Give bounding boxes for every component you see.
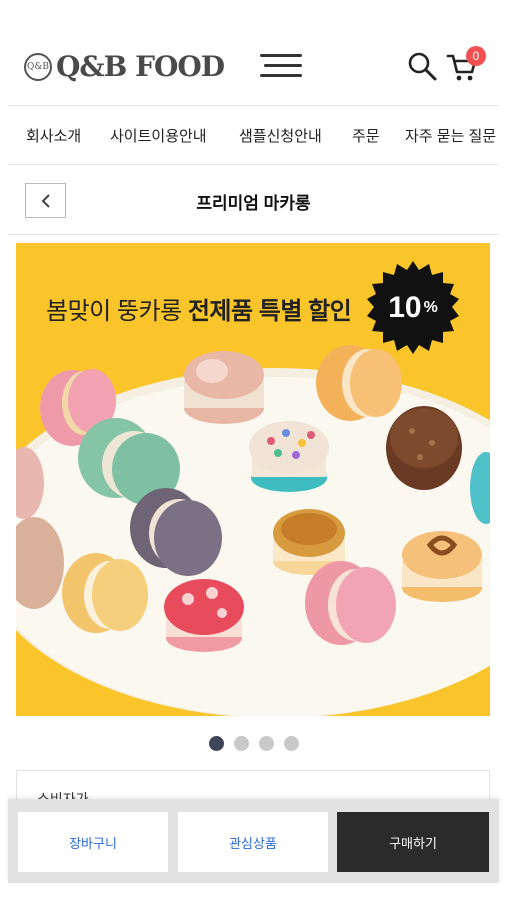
discount-badge: 10% — [366, 261, 460, 355]
carousel-dot-3[interactable] — [258, 736, 274, 751]
carousel-dot-1[interactable] — [208, 736, 224, 751]
nav-divider — [8, 164, 499, 165]
carousel-dot-2[interactable] — [233, 736, 249, 751]
category-nav: 회사소개 사이트이용안내 샘플신청안내 주문 자주 묻는 질문 — [0, 106, 507, 164]
cart-count-badge: 0 — [466, 46, 486, 66]
cart-icon[interactable]: 0 — [446, 46, 486, 86]
bottom-action-bar: 장바구니 관심상품 구매하기 — [8, 799, 499, 883]
nav-item-sample-request[interactable]: 샘플신청안내 — [239, 125, 322, 146]
wishlist-button[interactable]: 관심상품 — [178, 812, 328, 872]
discount-value: 10 — [388, 291, 422, 324]
hamburger-menu-icon[interactable] — [260, 54, 302, 80]
title-divider — [8, 234, 499, 235]
banner-headline-bold: 전제품 특별 할인 — [187, 298, 352, 325]
buy-now-button[interactable]: 구매하기 — [337, 812, 489, 872]
discount-badge-text: 10% — [366, 261, 460, 355]
site-logo[interactable]: Q&B Q&B FOOD — [24, 50, 225, 83]
site-header: Q&B Q&B FOOD 0 — [0, 0, 507, 105]
nav-item-site-guide[interactable]: 사이트이용안내 — [110, 125, 207, 146]
search-icon[interactable] — [406, 50, 438, 82]
banner-headline: 봄맞이 뚱카롱 전제품 특별 할인 — [46, 291, 352, 326]
carousel-indicators — [0, 736, 507, 751]
nav-item-company[interactable]: 회사소개 — [26, 125, 81, 146]
logo-emblem: Q&B — [24, 52, 52, 81]
carousel-dot-4[interactable] — [283, 736, 299, 751]
page-title: 프리미엄 마카롱 — [196, 194, 311, 213]
nav-item-faq[interactable]: 자주 묻는 질문 — [405, 125, 496, 146]
logo-text: Q&B FOOD — [56, 50, 225, 83]
nav-item-order[interactable]: 주문 — [352, 125, 380, 146]
discount-unit: % — [423, 299, 438, 316]
promo-banner[interactable]: 봄맞이 뚱카롱 전제품 특별 할인 10% — [16, 243, 490, 716]
add-to-cart-button[interactable]: 장바구니 — [18, 812, 168, 872]
banner-headline-regular: 봄맞이 뚱카롱 — [46, 298, 188, 325]
